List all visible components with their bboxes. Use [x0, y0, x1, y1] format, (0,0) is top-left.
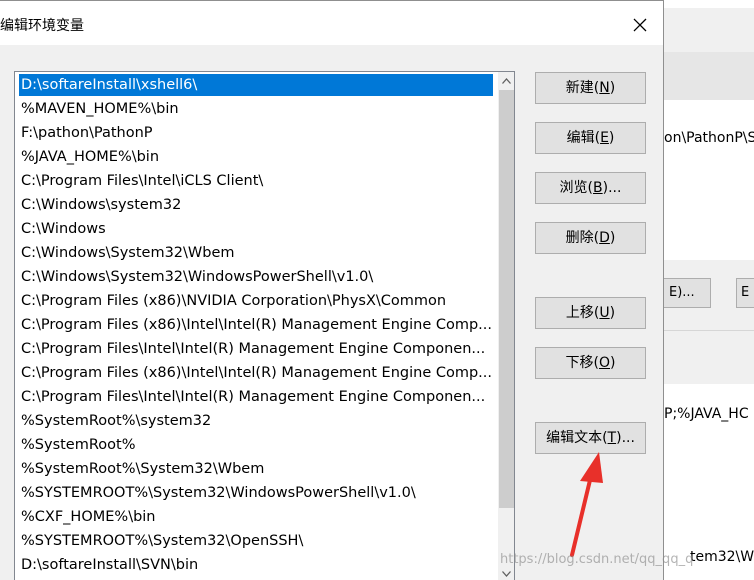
browse-button-label: 浏览(: [559, 180, 594, 196]
path-list-item[interactable]: %SYSTEMROOT%\System32\WindowsPowerShell\…: [19, 482, 493, 504]
path-list-item[interactable]: C:\Program Files\Intel\iCLS Client\: [19, 170, 493, 192]
background-panel: [664, 100, 754, 260]
path-list-item[interactable]: %MAVEN_HOME%\bin: [19, 98, 493, 120]
browse-button[interactable]: 浏览(B)...: [535, 172, 646, 204]
path-list-item[interactable]: C:\Program Files\Intel\Intel(R) Manageme…: [19, 386, 493, 408]
chevron-down-icon: [502, 570, 511, 577]
path-list-item[interactable]: %SystemRoot%\system32: [19, 410, 493, 432]
delete-button-label: 删除(: [565, 230, 600, 246]
background-list-value: tem32\Wind: [690, 549, 754, 565]
path-list-item[interactable]: C:\Windows\System32\Wbem: [19, 242, 493, 264]
move-up-button[interactable]: 上移(U): [535, 297, 646, 329]
move-down-button-suffix: ): [610, 355, 616, 371]
move-up-button-suffix: ): [609, 305, 616, 321]
edit-button[interactable]: 编辑(E): [535, 122, 646, 154]
path-list-item[interactable]: %CXF_HOME%\bin: [19, 506, 493, 528]
delete-button-suffix: ): [609, 230, 616, 246]
path-list[interactable]: D:\softareInstall\xshell6\ %MAVEN_HOME%\b…: [14, 71, 515, 580]
path-list-item[interactable]: C:\Program Files (x86)\NVIDIA Corporatio…: [19, 290, 493, 312]
background-list-value: P;%JAVA_HC: [664, 406, 749, 422]
background-list: P;%JAVA_HC tem32\Wind: [664, 384, 754, 580]
path-list-item[interactable]: C:\Program Files (x86)\Intel\Intel(R) Ma…: [19, 314, 493, 336]
move-down-button[interactable]: 下移(O): [535, 347, 646, 379]
path-list-item[interactable]: %SystemRoot%\System32\Wbem: [19, 458, 493, 480]
background-delete-button[interactable]: E: [736, 278, 754, 308]
path-list-item[interactable]: C:\Windows: [19, 218, 493, 240]
dialog-title: 编辑环境变量: [0, 18, 84, 34]
scroll-down-button[interactable]: [498, 565, 514, 580]
edit-text-button-suffix: )...: [616, 430, 635, 446]
new-button-label: 新建(: [565, 80, 600, 96]
scroll-up-button[interactable]: [498, 72, 514, 89]
scrollbar-thumb[interactable]: [499, 90, 514, 508]
background-window: on\PathonP\S E)... E P;%JAVA_HC tem32\Wi…: [664, 0, 754, 580]
title-bar: 编辑环境变量: [0, 1, 663, 45]
chevron-up-icon: [502, 77, 511, 84]
path-list-item[interactable]: %JAVA_HOME%\bin: [19, 146, 493, 168]
background-edit-button[interactable]: E)...: [664, 278, 711, 308]
move-up-button-shortcut: U: [599, 305, 610, 321]
move-down-button-label: 下移(: [565, 355, 599, 371]
edit-text-button-label: 编辑文本(: [546, 430, 608, 446]
delete-button-shortcut: D: [599, 230, 610, 246]
edit-button-label: 编辑(: [566, 130, 601, 146]
background-path-fragment: on\PathonP\S: [664, 130, 754, 146]
path-list-item[interactable]: C:\Program Files (x86)\Intel\Intel(R) Ma…: [19, 362, 493, 384]
background-top-strip: [664, 0, 754, 8]
edit-button-suffix: ): [608, 130, 615, 146]
path-list-item[interactable]: D:\softareInstall\SVN\bin: [19, 554, 493, 576]
path-list-item[interactable]: %SystemRoot%: [19, 434, 493, 456]
delete-button[interactable]: 删除(D): [535, 222, 646, 254]
browse-button-suffix: )...: [602, 180, 622, 196]
path-list-item[interactable]: D:\softareInstall\xshell6\: [19, 74, 493, 96]
move-up-button-label: 上移(: [565, 305, 600, 321]
annotation-arrow-icon: [570, 452, 603, 557]
edit-button-shortcut: E: [600, 130, 609, 146]
path-list-item[interactable]: C:\Program Files\Intel\Intel(R) Manageme…: [19, 338, 493, 360]
watermark: https://blog.csdn.net/qq_qq_q: [500, 552, 694, 567]
browse-button-shortcut: B: [593, 180, 603, 196]
close-button[interactable]: [620, 9, 660, 41]
path-list-item[interactable]: %SYSTEMROOT%\System32\OpenSSH\: [19, 530, 493, 552]
path-list-item[interactable]: C:\Windows\System32\WindowsPowerShell\v1…: [19, 266, 493, 288]
background-separator: [664, 330, 754, 331]
path-list-item[interactable]: C:\Windows\system32: [19, 194, 493, 216]
edit-text-button-shortcut: T: [607, 430, 617, 446]
vertical-scrollbar[interactable]: [498, 72, 514, 580]
new-button-shortcut: N: [599, 80, 610, 96]
new-button[interactable]: 新建(N): [535, 72, 646, 104]
background-field-strip: [664, 52, 754, 100]
move-down-button-shortcut: O: [598, 355, 611, 371]
path-list-item[interactable]: F:\pathon\PathonP: [19, 122, 493, 144]
new-button-suffix: ): [609, 80, 616, 96]
close-icon: [633, 18, 647, 32]
